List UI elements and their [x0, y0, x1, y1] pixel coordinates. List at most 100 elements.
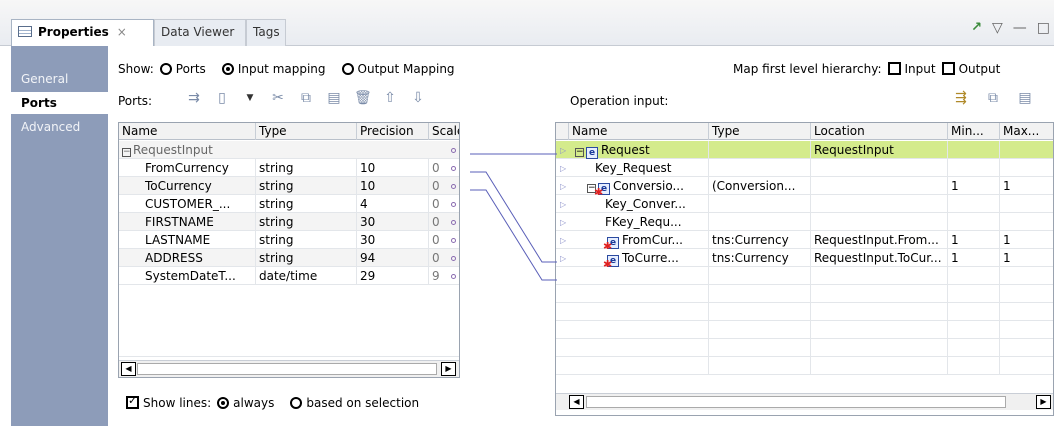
cell-name: [569, 285, 709, 303]
nav-ports[interactable]: Ports: [11, 92, 108, 114]
scroll-left-icon[interactable]: ◀: [121, 362, 136, 376]
cell-min: [948, 339, 1000, 357]
delete-icon[interactable]: 🗑: [354, 90, 372, 106]
port-link-dot[interactable]: [451, 256, 456, 261]
collapse-icon[interactable]: −: [122, 148, 131, 157]
col-location-header[interactable]: Location: [811, 123, 948, 140]
cell-min: [948, 285, 1000, 303]
table-row[interactable]: FromCurrency string 10 0: [119, 159, 459, 177]
collapse-icon[interactable]: −: [575, 148, 584, 157]
cell-type: [709, 159, 811, 177]
nav-general[interactable]: General: [11, 68, 108, 90]
lines-always-radio[interactable]: always: [217, 396, 274, 410]
map-ports-icon[interactable]: ⇉: [186, 90, 202, 106]
paste-icon[interactable]: ▤: [1017, 90, 1033, 106]
table-row[interactable]: LASTNAME string 30 0: [119, 231, 459, 249]
show-output-mapping-radio[interactable]: Output Mapping: [341, 62, 455, 76]
col-name-header[interactable]: Name: [569, 123, 709, 140]
scroll-left-icon[interactable]: ◀: [569, 395, 584, 409]
table-row[interactable]: − RequestInput: [119, 141, 459, 159]
new-port-icon[interactable]: ▯: [214, 90, 230, 106]
ports-table[interactable]: Name Type Precision Scale −RequestInput …: [118, 122, 460, 378]
port-link-dot[interactable]: [451, 274, 456, 279]
col-type-header[interactable]: Type: [709, 123, 811, 140]
map-output-checkbox[interactable]: Output: [941, 62, 1000, 76]
scroll-right-icon[interactable]: ▶: [1036, 395, 1051, 409]
table-row[interactable]: ToCurrency string 10 0: [119, 177, 459, 195]
table-row[interactable]: CUSTOMER_... string 4 0: [119, 195, 459, 213]
view-menu-icon[interactable]: ▽: [992, 21, 1003, 35]
cell-name: eFromCur...: [569, 231, 709, 249]
close-icon[interactable]: ×: [117, 25, 127, 39]
cell-min: [948, 213, 1000, 231]
radio-selected-icon: [221, 63, 234, 75]
tab-tags[interactable]: Tags: [246, 19, 286, 46]
port-link-dot[interactable]: [451, 202, 456, 207]
table-row[interactable]: SystemDateT... date/time 29 9: [119, 267, 459, 285]
show-ports-radio[interactable]: Ports: [159, 62, 206, 76]
nav-advanced[interactable]: Advanced: [11, 116, 108, 138]
node-name: ToCurre...: [622, 251, 679, 265]
cell-location: [811, 357, 948, 375]
port-link-dot[interactable]: [451, 238, 456, 243]
table-row[interactable]: ▷−eConversio...(Conversion... 11: [556, 177, 1053, 195]
cut-icon[interactable]: ✂: [270, 90, 286, 106]
scroll-thumb[interactable]: [586, 396, 1006, 408]
maximize-icon[interactable]: □: [1037, 21, 1050, 35]
table-row[interactable]: ▷ FKey_Requ...: [556, 213, 1053, 231]
port-link-dot[interactable]: [451, 148, 456, 153]
col-type-header[interactable]: Type: [256, 123, 357, 140]
table-row[interactable]: ▷ − e Request RequestInput: [556, 141, 1053, 159]
paste-icon[interactable]: ▤: [326, 90, 342, 106]
col-marker-header: [556, 123, 569, 140]
col-name-header[interactable]: Name: [119, 123, 256, 140]
horizontal-scrollbar[interactable]: ◀ ▶: [556, 393, 1053, 410]
move-up-icon[interactable]: ⇧: [382, 90, 398, 106]
copy-icon[interactable]: ⧉: [298, 90, 314, 106]
table-row[interactable]: ▷eFromCur...tns:CurrencyRequestInput.Fro…: [556, 231, 1053, 249]
show-input-mapping-radio[interactable]: Input mapping: [221, 62, 326, 76]
table-row[interactable]: ▷eToCurre...tns:CurrencyRequestInput.ToC…: [556, 249, 1053, 267]
show-lines-checkbox[interactable]: Show lines:: [126, 394, 211, 410]
scroll-thumb[interactable]: [137, 363, 437, 375]
map-input-icon[interactable]: ⇶: [953, 90, 969, 106]
cell-max: [1000, 285, 1053, 303]
cell-max: [1000, 267, 1053, 285]
table-row: [556, 339, 1053, 357]
row-marker-icon: ▷: [560, 200, 567, 209]
port-link-dot[interactable]: [451, 184, 456, 189]
tab-data-viewer[interactable]: Data Viewer: [154, 19, 246, 46]
port-link-dot[interactable]: [451, 220, 456, 225]
tab-bar: Properties × Data Viewer Tags ↗ ▽ — □: [0, 0, 1054, 46]
cell-max: 1: [1003, 179, 1011, 193]
move-down-icon[interactable]: ⇩: [410, 90, 426, 106]
cell-max: [1000, 141, 1053, 159]
cell-location: [811, 339, 948, 357]
lines-based-on-selection-radio[interactable]: based on selection: [290, 396, 419, 410]
scroll-right-icon[interactable]: ▶: [441, 362, 456, 376]
table-row[interactable]: ▷ Key_Request: [556, 159, 1053, 177]
properties-view: Properties × Data Viewer Tags ↗ ▽ — □ Gen…: [0, 0, 1054, 426]
table-row[interactable]: ADDRESS string 94 0: [119, 249, 459, 267]
col-scale-header[interactable]: Scale: [429, 123, 459, 140]
tab-properties-label: Properties: [38, 25, 109, 39]
col-max-header[interactable]: Max...: [1000, 123, 1053, 140]
cell-name: FKey_Requ...: [569, 213, 709, 231]
table-row[interactable]: ▷ Key_Conver...: [556, 195, 1053, 213]
map-input-checkbox[interactable]: Input: [887, 62, 936, 76]
radio-icon: [341, 63, 354, 75]
table-row: [556, 267, 1053, 285]
tab-properties[interactable]: Properties ×: [11, 19, 154, 46]
col-min-header[interactable]: Min...: [948, 123, 1000, 140]
copy-icon[interactable]: ⧉: [985, 90, 1001, 106]
table-row[interactable]: FIRSTNAME string 30 0: [119, 213, 459, 231]
external-window-icon[interactable]: ↗: [971, 21, 982, 35]
port-link-dot[interactable]: [451, 166, 456, 171]
horizontal-scrollbar[interactable]: ◀ ▶: [119, 360, 459, 377]
minimize-icon[interactable]: —: [1013, 21, 1027, 35]
col-precision-header[interactable]: Precision: [357, 123, 429, 140]
table-row: [556, 321, 1053, 339]
operation-input-table[interactable]: Name Type Location Min... Max... ▷ − e Requ…: [555, 122, 1054, 416]
dropdown-arrow-icon[interactable]: ▼: [242, 90, 258, 106]
radio-icon: [290, 397, 303, 409]
